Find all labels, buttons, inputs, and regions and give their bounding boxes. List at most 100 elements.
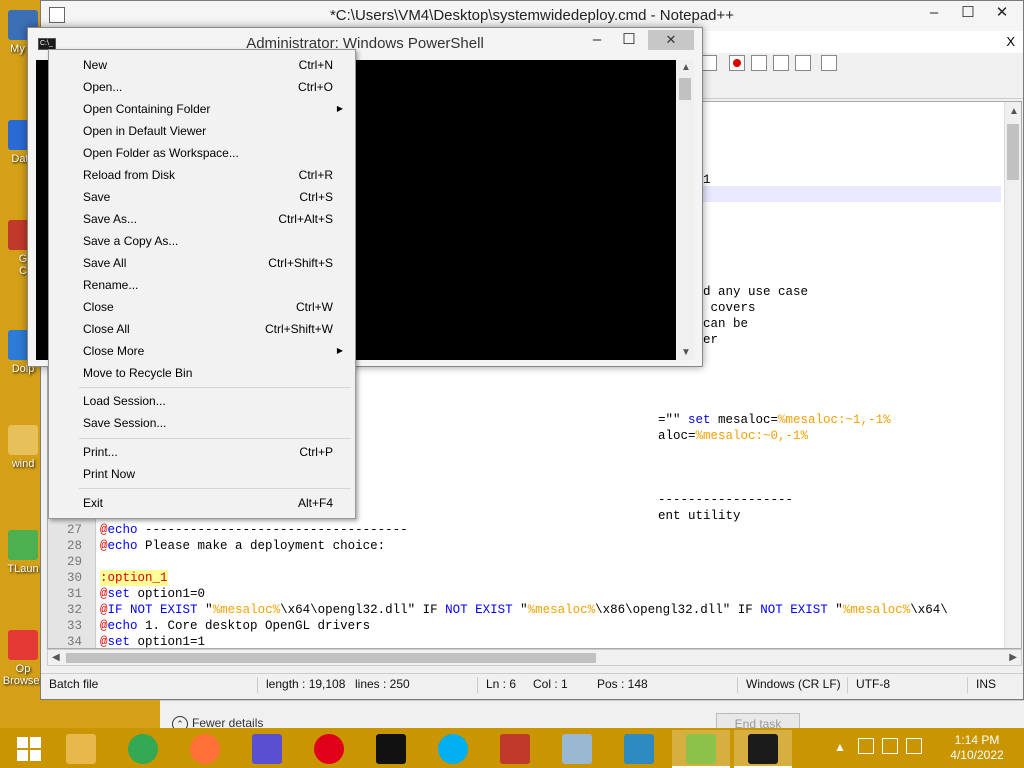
code-line[interactable]: 31 @set option1=0	[48, 586, 1008, 602]
menu-item-label: Reload from Disk	[83, 168, 176, 182]
clock-date: 4/10/2022	[950, 748, 1004, 762]
menu-separator	[79, 387, 351, 388]
vertical-scrollbar[interactable]: ▲	[1004, 102, 1021, 648]
menu-item-shortcut: Ctrl+O	[297, 80, 333, 94]
scroll-left-icon[interactable]: ◀	[52, 652, 60, 663]
taskbar-app-7zip[interactable]	[362, 730, 420, 768]
network-icon[interactable]	[882, 738, 898, 754]
menu-item-label: Close More	[83, 344, 145, 358]
scroll-up-icon[interactable]: ▲	[1009, 106, 1019, 117]
menu-item-load-session[interactable]: Load Session...	[51, 390, 353, 412]
code-line[interactable]: 27 @echo --------------------------------…	[48, 522, 1008, 538]
ps-minimize-button[interactable]: –	[580, 28, 614, 54]
desktop-app-icon	[8, 530, 38, 560]
menu-item-open-folder-as-workspace[interactable]: Open Folder as Workspace...	[51, 142, 353, 164]
menu-item-label: Save All	[83, 256, 127, 270]
menu-item-shortcut: Alt+F4	[297, 496, 333, 510]
ps-maximize-button[interactable]: ☐	[612, 28, 646, 54]
ps-scroll-down-icon[interactable]: ▼	[681, 347, 691, 358]
menu-item-print-now[interactable]: Print Now	[51, 463, 353, 485]
menu-item-save-all[interactable]: Save All Ctrl+Shift+S	[51, 252, 353, 274]
taskbar-app-opera[interactable]	[300, 730, 358, 768]
notepadpp-icon	[686, 734, 716, 764]
menu-item-rename[interactable]: Rename...	[51, 274, 353, 296]
taskbar-app-chrome[interactable]	[114, 730, 172, 768]
taskbar: ▲ 1:14 PM 4/10/2022	[0, 728, 1024, 768]
menu-separator	[79, 488, 351, 489]
menu-item-new[interactable]: New Ctrl+N	[51, 54, 353, 76]
ps-scroll-up-icon[interactable]: ▲	[681, 62, 691, 73]
maximize-button[interactable]: ☐	[951, 1, 985, 27]
stop-macro-icon[interactable]	[751, 55, 767, 71]
menu-item-save-a-copy-as[interactable]: Save a Copy As...	[51, 230, 353, 252]
taskbar-app-screenshot-tool[interactable]	[486, 730, 544, 768]
clock[interactable]: 1:14 PM 4/10/2022	[942, 733, 1012, 763]
taskbar-app-skype[interactable]	[424, 730, 482, 768]
menu-item-label: Save a Copy As...	[83, 234, 179, 248]
menu-item-label: Print Now	[83, 467, 136, 481]
status-encoding: UTF-8	[847, 677, 890, 693]
status-file-type: Batch file	[49, 677, 99, 691]
run-macro-multiple-icon[interactable]	[795, 55, 811, 71]
horizontal-scroll-thumb[interactable]	[66, 653, 596, 663]
powershell-icon	[748, 734, 778, 764]
minimize-button[interactable]: –	[917, 1, 951, 27]
code-line[interactable]: 30:option_1	[48, 570, 1008, 586]
line-number: 34	[66, 635, 82, 649]
record-macro-icon[interactable]	[729, 55, 745, 71]
code-line[interactable]: 34 @set option1=1	[48, 634, 1008, 649]
ps-vertical-scrollbar[interactable]: ▲ ▼	[677, 60, 694, 360]
start-button[interactable]	[0, 730, 58, 768]
scroll-right-icon[interactable]: ▶	[1009, 652, 1017, 663]
notepadpp-title: *C:\Users\VM4\Desktop\systemwidedeploy.c…	[329, 7, 735, 24]
ps-close-button[interactable]: ✕	[648, 30, 694, 50]
menu-item-save-session[interactable]: Save Session...	[51, 412, 353, 434]
code-text: ="" set mesaloc=%mesaloc:~1,-1%	[658, 413, 891, 427]
code-text: @echo Please make a deployment choice:	[100, 539, 386, 553]
menu-item-reload-from-disk[interactable]: Reload from Disk Ctrl+R	[51, 164, 353, 186]
desktop-app-icon	[8, 425, 38, 455]
taskbar-app-powershell[interactable]	[734, 730, 792, 768]
status-col: Col : 1	[533, 677, 568, 691]
play-macro-icon[interactable]	[773, 55, 789, 71]
eye-icon[interactable]	[701, 55, 717, 71]
ps-scroll-thumb[interactable]	[679, 78, 691, 100]
close-document-button[interactable]: X	[1006, 34, 1015, 49]
taskbar-app-firefox[interactable]	[176, 730, 234, 768]
taskbar-app-photos[interactable]	[610, 730, 668, 768]
vertical-scroll-thumb[interactable]	[1007, 124, 1019, 180]
code-line[interactable]: 28 @echo Please make a deployment choice:	[48, 538, 1008, 554]
taskbar-app-notepadpp[interactable]	[672, 730, 730, 768]
menu-item-label: Save Session...	[83, 416, 167, 430]
desktop-app-icon	[8, 630, 38, 660]
save-macro-icon[interactable]	[821, 55, 837, 71]
menu-item-open[interactable]: Open... Ctrl+O	[51, 76, 353, 98]
menu-item-shortcut: Ctrl+S	[299, 190, 333, 204]
menu-item-open-containing-folder[interactable]: Open Containing Folder ▶	[51, 98, 353, 120]
action-center-flag-icon[interactable]	[858, 738, 874, 754]
line-number: 33	[66, 619, 82, 633]
clock-time: 1:14 PM	[954, 733, 1000, 747]
menu-item-close-all[interactable]: Close All Ctrl+Shift+W	[51, 318, 353, 340]
line-number: 28	[66, 539, 82, 553]
code-line[interactable]: 29	[48, 554, 1008, 570]
menu-item-save[interactable]: Save Ctrl+S	[51, 186, 353, 208]
taskbar-app-file-explorer[interactable]	[52, 730, 110, 768]
close-button[interactable]: ✕	[985, 1, 1019, 27]
menu-item-exit[interactable]: Exit Alt+F4	[51, 492, 353, 514]
menu-item-label: Rename...	[83, 278, 139, 292]
code-line[interactable]: 32 @IF NOT EXIST "%mesaloc%\x64\opengl32.…	[48, 602, 1008, 618]
show-hidden-icons-icon[interactable]: ▲	[834, 740, 846, 754]
menu-item-save-as[interactable]: Save As... Ctrl+Alt+S	[51, 208, 353, 230]
taskbar-app-resource-monitor[interactable]	[548, 730, 606, 768]
menu-item-print[interactable]: Print... Ctrl+P	[51, 441, 353, 463]
menu-item-close-more[interactable]: Close More ▶	[51, 340, 353, 362]
status-ln: Ln : 6	[477, 677, 516, 693]
volume-muted-icon[interactable]	[906, 738, 922, 754]
code-line[interactable]: 33 @echo 1. Core desktop OpenGL drivers	[48, 618, 1008, 634]
menu-item-close[interactable]: Close Ctrl+W	[51, 296, 353, 318]
menu-item-move-to-recycle-bin[interactable]: Move to Recycle Bin	[51, 362, 353, 384]
menu-item-open-in-default-viewer[interactable]: Open in Default Viewer	[51, 120, 353, 142]
horizontal-scrollbar[interactable]: ◀ ▶	[47, 649, 1022, 666]
taskbar-app-settings-gear[interactable]	[238, 730, 296, 768]
